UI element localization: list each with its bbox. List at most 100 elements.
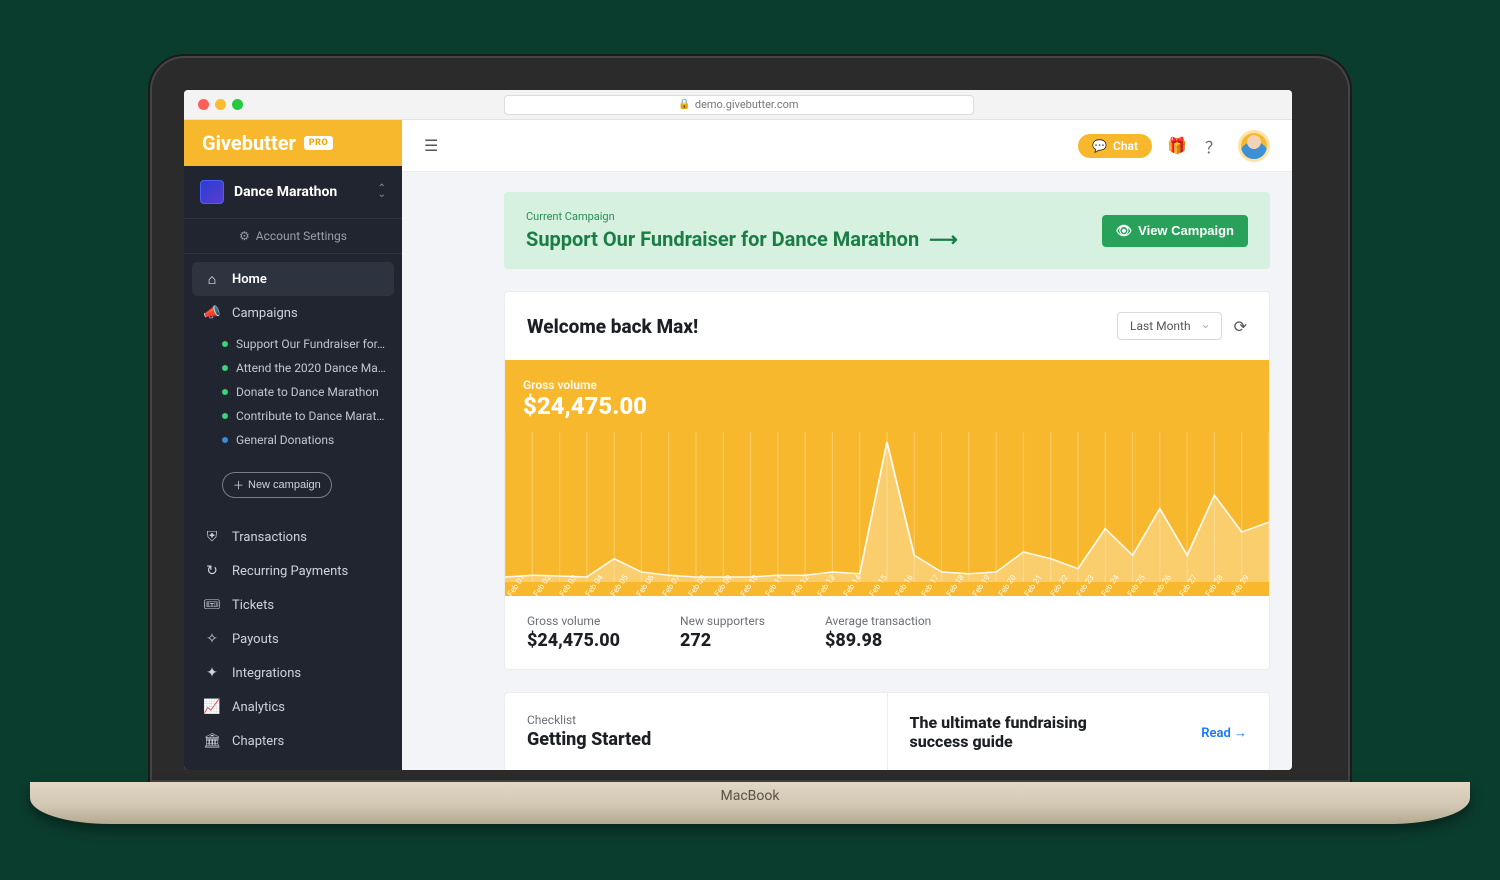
refresh-icon: ↻ — [204, 563, 220, 579]
banner-label: Current Campaign — [526, 210, 1090, 223]
nav-chapters-label: Chapters — [232, 734, 284, 749]
chat-icon: 💬 — [1092, 139, 1107, 153]
nav-secondary: ⛨ Transactions ↻ Recurring Payments 🎟 Ti… — [184, 520, 402, 770]
eye-icon: 👁 — [1116, 223, 1133, 239]
nav-analytics-label: Analytics — [232, 700, 285, 715]
checklist-panel[interactable]: Checklist Getting Started — [505, 693, 888, 770]
account-avatar-icon — [200, 180, 224, 204]
sidebar-campaign-item[interactable]: Support Our Fundraiser for… — [192, 332, 394, 356]
gross-volume-label: Gross volume — [523, 378, 1251, 392]
new-campaign-button[interactable]: ＋ New campaign — [222, 472, 332, 498]
account-name: Dance Marathon — [234, 184, 368, 200]
x-axis-ticks: Feb 01Feb 02Feb 03Feb 04Feb 05Feb 06Feb … — [505, 589, 1269, 596]
new-campaign-label: New campaign — [248, 479, 321, 491]
help-icon[interactable]: ？ — [1202, 134, 1224, 158]
nav-tickets[interactable]: 🎟 Tickets — [192, 588, 394, 622]
url-text: demo.givebutter.com — [695, 98, 799, 111]
nav-chapters[interactable]: 🏛 Chapters — [192, 724, 394, 758]
chat-label: Chat — [1113, 139, 1138, 153]
status-dot-icon — [222, 365, 228, 371]
gift-icon[interactable]: 🎁 — [1166, 136, 1188, 155]
stats-row: Gross volume $24,475.00 New supporters272 A… — [505, 596, 1269, 669]
stat-label: Gross volume — [527, 614, 620, 628]
nav-integrations-label: Integrations — [232, 666, 301, 681]
laptop-base — [30, 782, 1470, 824]
home-icon: ⌂ — [204, 271, 220, 287]
sidebar-campaign-item[interactable]: Contribute to Dance Marat… — [192, 404, 394, 428]
brand-name: Givebutter — [202, 131, 296, 155]
traffic-min-icon[interactable] — [215, 99, 226, 110]
stat-value: $89.98 — [825, 630, 931, 651]
nav-home[interactable]: ⌂ Home — [192, 262, 394, 296]
view-campaign-button[interactable]: 👁 View Campaign — [1102, 215, 1248, 247]
integrations-icon: ✦ — [204, 665, 220, 681]
app-root: Givebutter PRO Dance Marathon ⌃⌄ ⚙ Accou… — [184, 120, 1292, 770]
date-range-value: Last Month — [1130, 319, 1191, 333]
sidebar-campaign-item[interactable]: General Donations — [192, 428, 394, 452]
sidebar: Givebutter PRO Dance Marathon ⌃⌄ ⚙ Accou… — [184, 120, 402, 770]
arrow-right-icon: → — [1234, 726, 1247, 741]
banner-title[interactable]: Support Our Fundraiser for Dance Maratho… — [526, 227, 1090, 251]
stat-value: 272 — [680, 630, 765, 651]
stat-block: Gross volume $24,475.00 — [527, 614, 620, 651]
nav-integrations[interactable]: ✦ Integrations — [192, 656, 394, 690]
sidebar-campaign-label: General Donations — [236, 433, 334, 447]
stat-block: Average transaction$89.98 — [825, 614, 931, 651]
sidebar-campaign-item[interactable]: Donate to Dance Marathon — [192, 380, 394, 404]
topbar: ☰ 💬 Chat 🎁 ？ — [402, 120, 1292, 172]
area-chart-svg — [505, 432, 1269, 582]
content: Current Campaign Support Our Fundraiser … — [402, 172, 1292, 770]
megaphone-icon: 📣 — [204, 305, 220, 321]
url-bar[interactable]: 🔒 demo.givebutter.com — [504, 95, 974, 115]
status-dot-icon — [222, 389, 228, 395]
traffic-close-icon[interactable] — [198, 99, 209, 110]
stat-value: $24,475.00 — [527, 630, 620, 651]
dashboard-card: Welcome back Max! Last Month ⟳ Gross vol… — [504, 291, 1270, 670]
bottom-card: Checklist Getting Started Read → The ult… — [504, 692, 1270, 770]
analytics-icon: 📈 — [204, 699, 220, 715]
gross-volume-value: $24,475.00 — [523, 392, 1251, 420]
account-settings-link[interactable]: ⚙ Account Settings — [184, 219, 402, 254]
guide-title: The ultimate fundraising success guide — [910, 713, 1130, 751]
nav-payouts[interactable]: ✧ Payouts — [192, 622, 394, 656]
sidebar-collapse-button[interactable]: ☰ — [424, 136, 438, 155]
plus-icon: ＋ — [233, 477, 244, 493]
status-dot-icon — [222, 437, 228, 443]
status-dot-icon — [222, 341, 228, 347]
stat-block: New supporters272 — [680, 614, 765, 651]
nav-payouts-label: Payouts — [232, 632, 279, 647]
traffic-max-icon[interactable] — [232, 99, 243, 110]
nav-campaigns[interactable]: 📣 Campaigns — [192, 296, 394, 330]
sidebar-campaign-label: Attend the 2020 Dance Mar… — [236, 361, 386, 375]
nav-home-label: Home — [232, 272, 267, 287]
sidebar-campaign-item[interactable]: Attend the 2020 Dance Mar… — [192, 356, 394, 380]
date-range-select[interactable]: Last Month — [1117, 312, 1222, 340]
nav-primary: ⌂ Home 📣 Campaigns Support Our Fundraise… — [184, 254, 402, 520]
nav-transactions-label: Transactions — [232, 530, 307, 545]
nav-recurring[interactable]: ↻ Recurring Payments — [192, 554, 394, 588]
gear-icon: ⚙ — [239, 229, 250, 243]
account-settings-label: Account Settings — [256, 229, 347, 243]
chevron-updown-icon: ⌃⌄ — [378, 186, 386, 198]
sidebar-campaign-label: Contribute to Dance Marat… — [236, 409, 384, 423]
laptop-frame: 🔒 demo.givebutter.com Givebutter PRO Dan… — [150, 56, 1350, 824]
ticket-icon: 🎟 — [204, 597, 220, 613]
browser-chrome: 🔒 demo.givebutter.com — [184, 90, 1292, 120]
chat-button[interactable]: 💬 Chat — [1078, 134, 1152, 158]
payout-icon: ✧ — [204, 631, 220, 647]
nav-tickets-label: Tickets — [232, 598, 274, 613]
main-area: ☰ 💬 Chat 🎁 ？ Current Campai — [402, 120, 1292, 770]
gross-volume-chart: Gross volume $24,475.00 Feb 01Feb 02Feb … — [505, 360, 1269, 596]
current-campaign-banner: Current Campaign Support Our Fundraiser … — [504, 192, 1270, 269]
read-link[interactable]: Read → — [1201, 713, 1247, 741]
bank-icon: 🏛 — [204, 733, 220, 749]
account-selector[interactable]: Dance Marathon ⌃⌄ — [184, 166, 402, 219]
view-campaign-label: View Campaign — [1138, 223, 1234, 238]
refresh-button[interactable]: ⟳ — [1234, 317, 1247, 336]
campaign-sublist: Support Our Fundraiser for… Attend the 20… — [192, 332, 394, 452]
sidebar-campaign-label: Support Our Fundraiser for… — [236, 337, 385, 351]
nav-transactions[interactable]: ⛨ Transactions — [192, 520, 394, 554]
nav-analytics[interactable]: 📈 Analytics — [192, 690, 394, 724]
nav-campaigns-label: Campaigns — [232, 306, 298, 321]
user-avatar[interactable] — [1238, 130, 1270, 162]
